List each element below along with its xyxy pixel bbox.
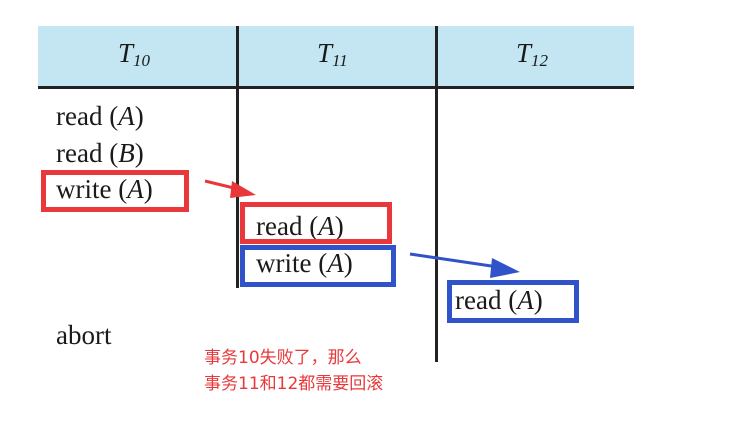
annotation-line-2: 事务11和12都需要回滚 [204,374,384,394]
arrow-red-head [230,181,256,198]
arrow-blue-shaft [409,252,499,269]
dependency-arrows [204,179,520,278]
arrow-blue-head [490,258,520,278]
annotation-line-1: 事务10失败了，那么 [204,348,362,368]
schedule-diagram: T10 T11 T12 read (A) read (B) write (A) … [0,0,756,424]
